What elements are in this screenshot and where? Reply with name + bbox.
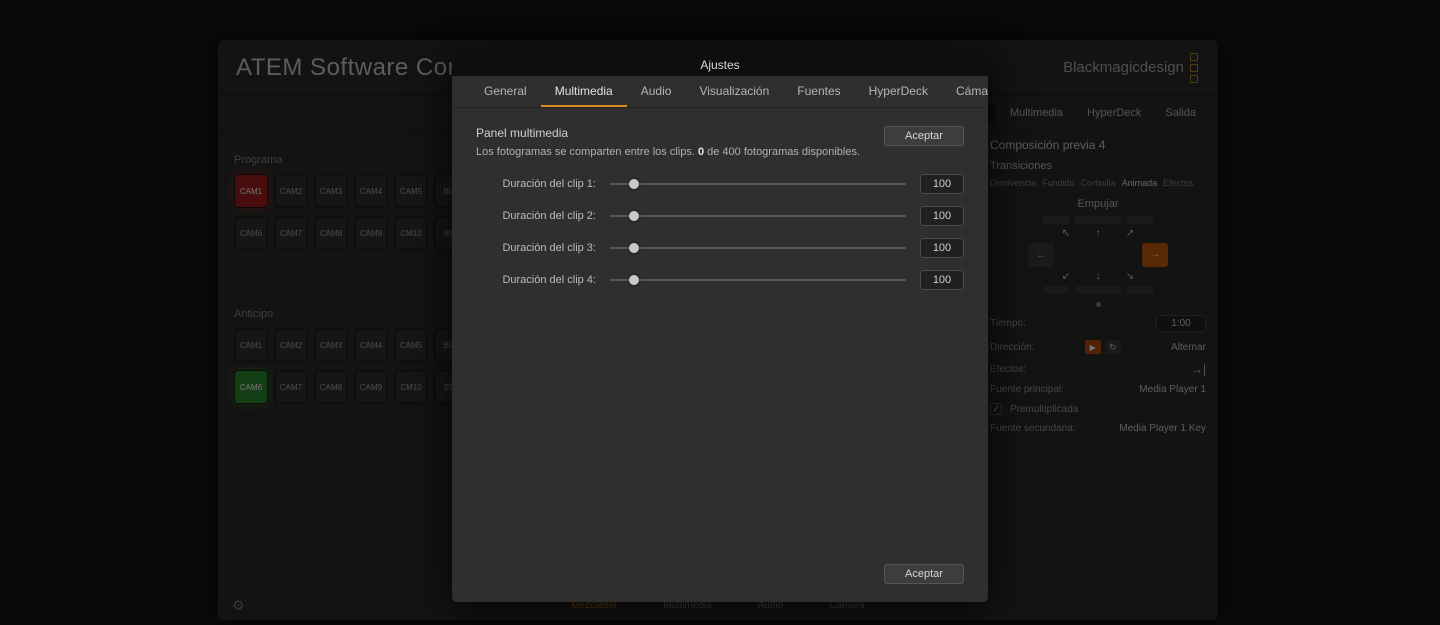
src-btn[interactable]: CAM6 <box>234 370 268 404</box>
src-btn[interactable]: CAM2 <box>274 328 308 362</box>
clip-row: Duración del clip 2: <box>476 206 964 226</box>
clip-input[interactable] <box>920 206 964 226</box>
src-btn[interactable]: CAM8 <box>314 216 348 250</box>
modal-tab-fuentes[interactable]: Fuentes <box>783 77 854 107</box>
push-label: Empujar <box>990 198 1206 210</box>
modal-tab-multimedia[interactable]: Multimedia <box>541 77 627 107</box>
premult-checkbox[interactable]: ✓ <box>990 403 1002 415</box>
clip-row: Duración del clip 4: <box>476 270 964 290</box>
premult-label: Premultiplicada <box>1010 404 1206 415</box>
clip-slider[interactable] <box>610 183 906 185</box>
src-btn[interactable]: CAM7 <box>274 370 308 404</box>
modal-tabs: General Multimedia Audio Visualización F… <box>452 76 988 108</box>
src-btn[interactable]: CAM1 <box>234 174 268 208</box>
panel-desc: Los fotogramas se comparten entre los cl… <box>476 146 964 158</box>
src-btn[interactable]: CAM9 <box>354 216 388 250</box>
clip-input[interactable] <box>920 174 964 194</box>
effect-icon[interactable]: →| <box>1191 362 1206 376</box>
trans-title: Transiciones <box>990 160 1206 172</box>
clip-label: Duración del clip 1: <box>476 178 596 190</box>
fuente-label: Fuente principal: <box>990 384 1064 395</box>
trans-tab[interactable]: Disolvencia <box>990 178 1036 188</box>
trans-tab[interactable]: Animada <box>1122 178 1158 188</box>
arrow-s-icon[interactable]: ↓ <box>1085 271 1111 282</box>
src-btn[interactable]: CAM9 <box>354 370 388 404</box>
src-btn[interactable]: CAM3 <box>314 328 348 362</box>
clip-slider[interactable] <box>610 247 906 249</box>
trans-tab[interactable]: Cortinilla <box>1081 178 1116 188</box>
panel-desc-pre: Los fotogramas se comparten entre los cl… <box>476 146 698 158</box>
arrow-nw-icon[interactable]: ↖ <box>1053 228 1079 239</box>
loop-icon[interactable]: ↻ <box>1105 340 1121 354</box>
src-btn[interactable]: CAM4 <box>354 174 388 208</box>
settings-modal: Ajustes General Multimedia Audio Visuali… <box>452 54 988 602</box>
slider-thumb-icon[interactable] <box>629 179 639 189</box>
play-icon[interactable]: ▶ <box>1085 340 1101 354</box>
panel-desc-post: de 400 fotogramas disponibles. <box>704 146 860 158</box>
src-btn[interactable]: CAM4 <box>354 328 388 362</box>
fuente-value[interactable]: Media Player 1 <box>1139 384 1206 395</box>
arrow-ne-icon[interactable]: ↗ <box>1117 228 1143 239</box>
modal-title: Ajustes <box>452 54 988 76</box>
modal-tab-general[interactable]: General <box>470 77 541 107</box>
modal-tab-visualizacion[interactable]: Visualización <box>685 77 783 107</box>
right-column: Composición previa 4 Transiciones Disolv… <box>978 130 1218 620</box>
src-btn[interactable]: CAM7 <box>274 216 308 250</box>
fuente2-value[interactable]: Media Player 1 Key <box>1119 423 1206 434</box>
page-dot-icon <box>1096 302 1101 307</box>
modal-tab-audio[interactable]: Audio <box>627 77 686 107</box>
clip-slider[interactable] <box>610 279 906 281</box>
clip-row: Duración del clip 1: <box>476 174 964 194</box>
efectos-label: Efectos: <box>990 364 1026 375</box>
alternar-label[interactable]: Alternar <box>1171 342 1206 353</box>
modal-body: Panel multimedia Los fotogramas se compa… <box>452 108 988 602</box>
src-btn[interactable]: CM10 <box>394 370 428 404</box>
tiempo-value[interactable]: 1:00 <box>1156 315 1206 332</box>
arrow-se-icon[interactable]: ↘ <box>1117 271 1143 282</box>
dir-left-slot[interactable]: ← <box>1028 243 1054 267</box>
modal-tab-hyperdeck[interactable]: HyperDeck <box>855 77 942 107</box>
clip-label: Duración del clip 3: <box>476 242 596 254</box>
src-btn[interactable]: CAM2 <box>274 174 308 208</box>
clip-label: Duración del clip 2: <box>476 210 596 222</box>
toolbar-tab-hyperdeck[interactable]: HyperDeck <box>1077 103 1151 123</box>
tiempo-label: Tiempo: <box>990 318 1026 329</box>
clip-row: Duración del clip 3: <box>476 238 964 258</box>
trans-tab[interactable]: Efectos <box>1163 178 1193 188</box>
arrow-e-icon[interactable]: → <box>1142 243 1168 267</box>
arrow-n-icon[interactable]: ↑ <box>1085 228 1111 239</box>
slider-thumb-icon[interactable] <box>629 275 639 285</box>
slider-thumb-icon[interactable] <box>629 211 639 221</box>
src-btn[interactable]: CAM5 <box>394 328 428 362</box>
comp-title: Composición previa 4 <box>990 138 1206 152</box>
brand-logo: Blackmagicdesign <box>1063 53 1200 83</box>
src-btn[interactable]: CAM3 <box>314 174 348 208</box>
accept-button-bottom[interactable]: Aceptar <box>884 564 964 584</box>
src-btn[interactable]: CAM1 <box>234 328 268 362</box>
slider-thumb-icon[interactable] <box>629 243 639 253</box>
trans-tabs: Disolvencia Fundido Cortinilla Animada E… <box>990 178 1206 188</box>
fuente2-label: Fuente secundaria: <box>990 423 1076 434</box>
src-btn[interactable]: CAM6 <box>234 216 268 250</box>
trans-tab[interactable]: Fundido <box>1042 178 1075 188</box>
clip-slider[interactable] <box>610 215 906 217</box>
accept-button-top[interactable]: Aceptar <box>884 126 964 146</box>
clip-input[interactable] <box>920 238 964 258</box>
src-btn[interactable]: CAM5 <box>394 174 428 208</box>
clip-label: Duración del clip 4: <box>476 274 596 286</box>
modal-tab-camaras[interactable]: Cámaras <box>942 77 988 107</box>
clip-input[interactable] <box>920 270 964 290</box>
src-btn[interactable]: CM10 <box>394 216 428 250</box>
brand-text: Blackmagicdesign <box>1063 59 1184 76</box>
arrow-sw-icon[interactable]: ↙ <box>1053 271 1079 282</box>
direction-grid: ↖ ↑ ↗ ← → ↙ ↓ ↘ <box>990 216 1206 307</box>
brand-dots-icon <box>1190 53 1200 83</box>
toolbar-tab-salida[interactable]: Salida <box>1155 103 1206 123</box>
src-btn[interactable]: CAM8 <box>314 370 348 404</box>
direccion-label: Dirección: <box>990 342 1034 353</box>
toolbar-tab-multimedia[interactable]: Multimedia <box>1000 103 1073 123</box>
